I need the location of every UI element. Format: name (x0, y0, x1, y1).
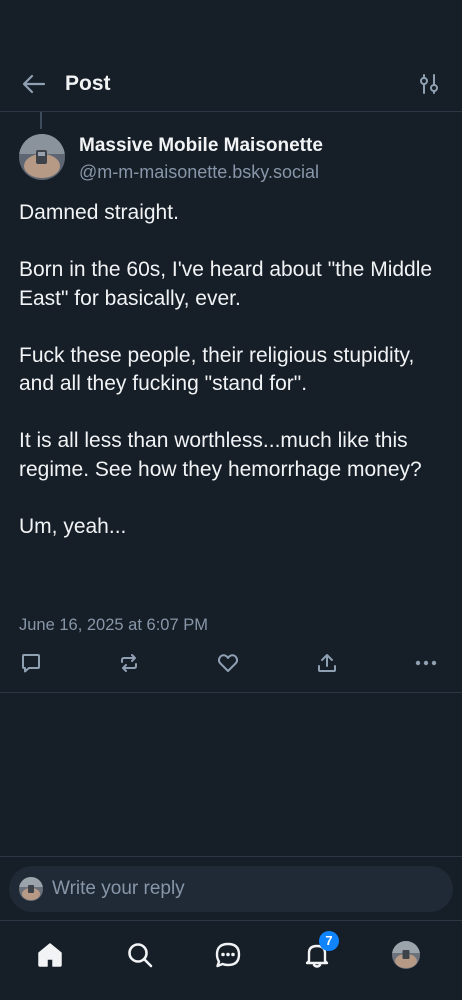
search-icon (128, 943, 153, 968)
author-handle[interactable]: @m-m-maisonette.bsky.social (79, 160, 319, 184)
avatar (19, 877, 43, 901)
repost-button[interactable] (117, 651, 141, 675)
back-button[interactable] (18, 70, 50, 98)
page-title: Post (65, 72, 111, 95)
top-bar: Post (0, 0, 462, 112)
share-button[interactable] (315, 651, 339, 675)
post-paragraph: Born in the 60s, I've heard about "the M… (19, 258, 433, 310)
tab-profile[interactable] (386, 935, 426, 975)
author-display-name[interactable]: Massive Mobile Maisonette (79, 134, 323, 158)
tab-home[interactable] (30, 935, 70, 975)
thread-connector (40, 112, 42, 129)
reply-button[interactable] (19, 651, 43, 675)
post-timestamp: June 16, 2025 at 6:07 PM (19, 616, 208, 634)
repost-icon (121, 654, 137, 672)
post-paragraph: Damned straight. (19, 201, 179, 224)
tab-search[interactable] (120, 935, 160, 975)
chat-icon (215, 942, 241, 968)
author-avatar[interactable] (19, 134, 65, 180)
share-icon (318, 654, 336, 672)
reply-bar: Write your reply (0, 856, 462, 920)
like-button[interactable] (216, 651, 240, 675)
post-text: Damned straight. Born in the 60s, I've h… (19, 199, 439, 570)
reply-placeholder: Write your reply (52, 878, 185, 899)
avatar (392, 941, 420, 969)
tab-chat[interactable] (208, 935, 248, 975)
post-paragraph: It is all less than worthless...much lik… (19, 429, 422, 481)
divider (0, 692, 462, 693)
sliders-icon (420, 74, 438, 94)
notification-badge: 7 (319, 931, 339, 951)
post-paragraph: Fuck these people, their religious stupi… (19, 343, 415, 396)
post-actions (0, 648, 462, 678)
reply-icon (22, 654, 40, 673)
bottom-tab-bar: 7 (0, 920, 462, 1000)
more-options-button[interactable] (414, 651, 438, 675)
post-paragraph: Um, yeah... (19, 514, 127, 538)
thread-options-button[interactable] (416, 70, 442, 98)
home-icon (38, 943, 62, 967)
heart-icon (217, 654, 239, 672)
more-icon (415, 660, 437, 666)
reply-input[interactable]: Write your reply (9, 866, 453, 912)
arrow-left-icon (22, 74, 46, 94)
